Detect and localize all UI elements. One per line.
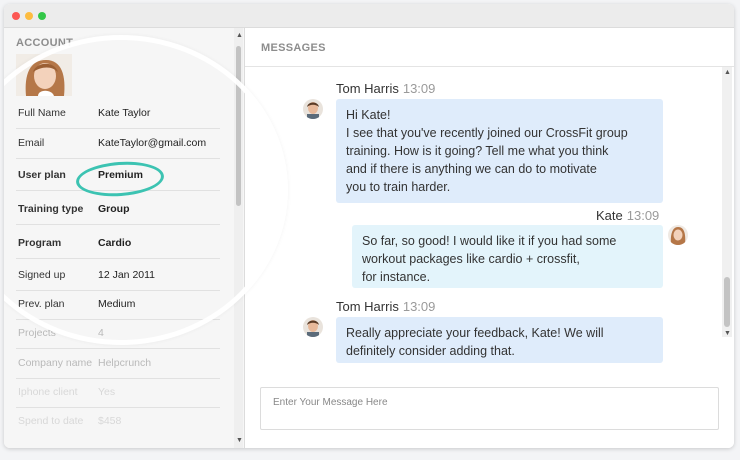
message-line: you to train harder. [346, 180, 451, 194]
row-label: Spend to date [18, 415, 84, 427]
minimize-window-button[interactable] [25, 12, 33, 20]
account-row-prev-plan: Prev. plan Medium [16, 289, 220, 320]
message-sender: Kate 13:09 [596, 208, 659, 223]
account-row-email: Email KateTaylor@gmail.com [16, 128, 220, 159]
row-value: 12 Jan 2011 [98, 269, 156, 281]
row-label: Prev. plan [18, 298, 65, 310]
account-row-spend-to-date: Spend to date $458 [16, 406, 220, 436]
message-sender: Tom Harris 13:09 [336, 81, 435, 96]
row-value: KateTaylor@gmail.com [98, 137, 207, 149]
account-row-iphone-client: Iphone client Yes [16, 377, 220, 408]
account-scrollbar[interactable]: ▲ ▼ [234, 28, 243, 448]
row-value: Group [98, 203, 130, 215]
message-time: 13:09 [402, 81, 436, 96]
message-sender: Tom Harris 13:09 [336, 299, 435, 314]
row-value: 4 [98, 327, 104, 339]
scrollbar-thumb[interactable] [236, 46, 241, 206]
account-row-program: Program Cardio [16, 228, 220, 259]
app-window: ACCOUNT Full Name Kate Taylor Email Kate… [4, 4, 734, 448]
messages-title: MESSAGES [261, 42, 326, 54]
message-time: 13:09 [626, 208, 660, 223]
messages-panel: MESSAGES Tom Harris 13:09 Hi Kate! I see … [245, 28, 734, 448]
row-label: Email [18, 137, 45, 149]
scroll-down-arrow-icon[interactable]: ▼ [236, 437, 243, 444]
row-value: Kate Taylor [98, 107, 151, 119]
maximize-window-button[interactable] [38, 12, 46, 20]
row-label: Projects [18, 327, 56, 339]
close-window-button[interactable] [12, 12, 20, 20]
sender-name: Tom Harris [336, 81, 399, 96]
sender-name: Tom Harris [336, 299, 399, 314]
message-line: workout packages like cardio + crossfit, [362, 252, 580, 266]
account-row-company-name: Company name Helpcrunch [16, 348, 220, 379]
message-time: 13:09 [402, 299, 436, 314]
title-bar [4, 4, 734, 28]
message-line: and if there is anything we can do to mo… [346, 162, 597, 176]
scrollbar-thumb[interactable] [724, 277, 730, 327]
message-line: definitely consider adding that. [346, 344, 515, 358]
row-value: Cardio [98, 237, 132, 249]
row-value: Yes [98, 386, 116, 398]
account-row-training-type: Training type Group [16, 194, 220, 225]
row-value: $458 [98, 415, 122, 427]
message-line: So far, so good! I would like it if you … [362, 234, 617, 248]
row-label: Training type [18, 203, 84, 215]
sender-name: Kate [596, 208, 623, 223]
scroll-up-arrow-icon[interactable]: ▲ [236, 32, 243, 39]
account-row-signed-up: Signed up 12 Jan 2011 [16, 260, 220, 291]
message-bubble-outgoing: So far, so good! I would like it if you … [352, 225, 663, 288]
message-line: for instance. [362, 270, 431, 284]
row-label: User plan [18, 169, 66, 181]
scroll-down-arrow-icon[interactable]: ▼ [724, 330, 731, 337]
message-line: Hi Kate! [346, 108, 391, 122]
sender-avatar [303, 317, 323, 337]
message-bubble-incoming: Really appreciate your feedback, Kate! W… [336, 317, 663, 363]
row-label: Iphone client [18, 386, 78, 398]
sender-avatar [303, 99, 323, 119]
user-avatar [16, 54, 72, 96]
row-value: Helpcrunch [98, 357, 152, 369]
message-input[interactable]: Enter Your Message Here [260, 387, 719, 430]
message-bubble-incoming: Hi Kate! I see that you've recently join… [336, 99, 663, 203]
row-label: Program [18, 237, 62, 249]
message-line: Really appreciate your feedback, Kate! W… [346, 326, 604, 340]
row-value: Medium [98, 298, 136, 310]
scroll-up-arrow-icon[interactable]: ▲ [724, 69, 731, 76]
account-row-full-name: Full Name Kate Taylor [16, 98, 220, 129]
account-row-projects: Projects 4 [16, 318, 220, 349]
message-line: I see that you've recently joined our Cr… [346, 126, 628, 140]
row-label: Full Name [18, 107, 66, 119]
row-label: Signed up [18, 269, 66, 281]
messages-scrollbar[interactable]: ▲ ▼ [722, 67, 732, 337]
message-line: training. How is it going? Tell me what … [346, 144, 609, 158]
account-title: ACCOUNT [16, 37, 74, 49]
account-panel: ACCOUNT Full Name Kate Taylor Email Kate… [4, 28, 245, 448]
messages-header: MESSAGES [245, 28, 734, 67]
message-input-placeholder: Enter Your Message Here [273, 397, 388, 408]
row-label: Company name [18, 357, 93, 369]
sender-avatar [668, 225, 688, 245]
